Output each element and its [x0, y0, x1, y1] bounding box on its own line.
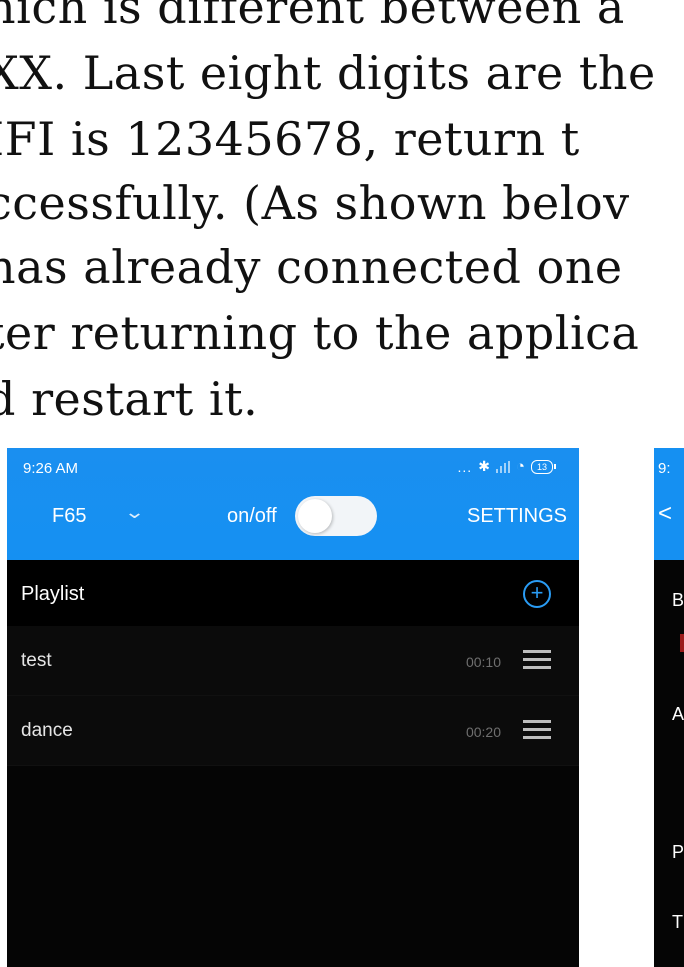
doc-line: ter returning to the applica [0, 306, 640, 360]
playlist-row[interactable]: dance 00:20 [7, 696, 579, 766]
red-marker [680, 634, 684, 652]
status-time: 9:26 AM [23, 460, 79, 477]
add-playlist-button[interactable]: + [523, 580, 551, 608]
doc-line: d restart it. [0, 372, 259, 426]
second-phone-screenshot: 9: < B A P T [654, 448, 684, 967]
toggle-knob[interactable] [298, 499, 332, 533]
bluetooth-icon: ✱ [478, 458, 490, 474]
row-duration: 00:10 [465, 654, 501, 670]
battery-icon: 13 [530, 459, 557, 474]
playlist-list: test 00:10 dance 00:20 [7, 626, 579, 766]
second-label: B [672, 590, 684, 610]
device-selector[interactable]: F65 [52, 505, 86, 528]
settings-button[interactable]: SETTINGS [467, 505, 567, 528]
onoff-label: on/off [227, 505, 277, 527]
drag-handle-icon[interactable] [523, 720, 551, 740]
doc-line: has already connected one [0, 240, 623, 294]
row-name: test [21, 650, 52, 671]
status-icons: ... ✱ ◔ 13 [457, 458, 557, 475]
doc-line: ccessfully. (As shown belov [0, 176, 630, 230]
row-duration: 00:20 [465, 724, 501, 740]
more-dots-icon: ... [457, 458, 473, 475]
doc-line: XX. Last eight digits are the [0, 46, 656, 100]
row-name: dance [21, 720, 73, 741]
plus-icon: + [530, 580, 544, 605]
onoff-toggle[interactable] [295, 496, 377, 536]
doc-line: IFI is 12345678, return t [0, 112, 580, 166]
second-label: T [672, 912, 683, 932]
second-status-time: 9: [658, 460, 671, 477]
second-phone-header: 9: < [654, 448, 684, 560]
drag-handle-icon[interactable] [523, 650, 551, 670]
phone-screenshot: 9:26 AM ... ✱ ◔ 13 F65 ⌄ on/off SETTINGS… [7, 448, 579, 967]
playlist-header: Playlist + [7, 560, 579, 626]
second-label: P [672, 842, 684, 862]
wifi-icon: ◔ [515, 458, 525, 475]
chevron-down-icon[interactable]: ⌄ [124, 502, 145, 523]
app-header: 9:26 AM ... ✱ ◔ 13 F65 ⌄ on/off SETTINGS [7, 448, 579, 560]
doc-line: hich is different between a [0, 0, 625, 34]
back-icon[interactable]: < [658, 500, 672, 528]
second-label: A [672, 704, 684, 724]
signal-icon [495, 460, 510, 473]
playlist-title: Playlist [21, 583, 85, 605]
playlist-row[interactable]: test 00:10 [7, 626, 579, 696]
